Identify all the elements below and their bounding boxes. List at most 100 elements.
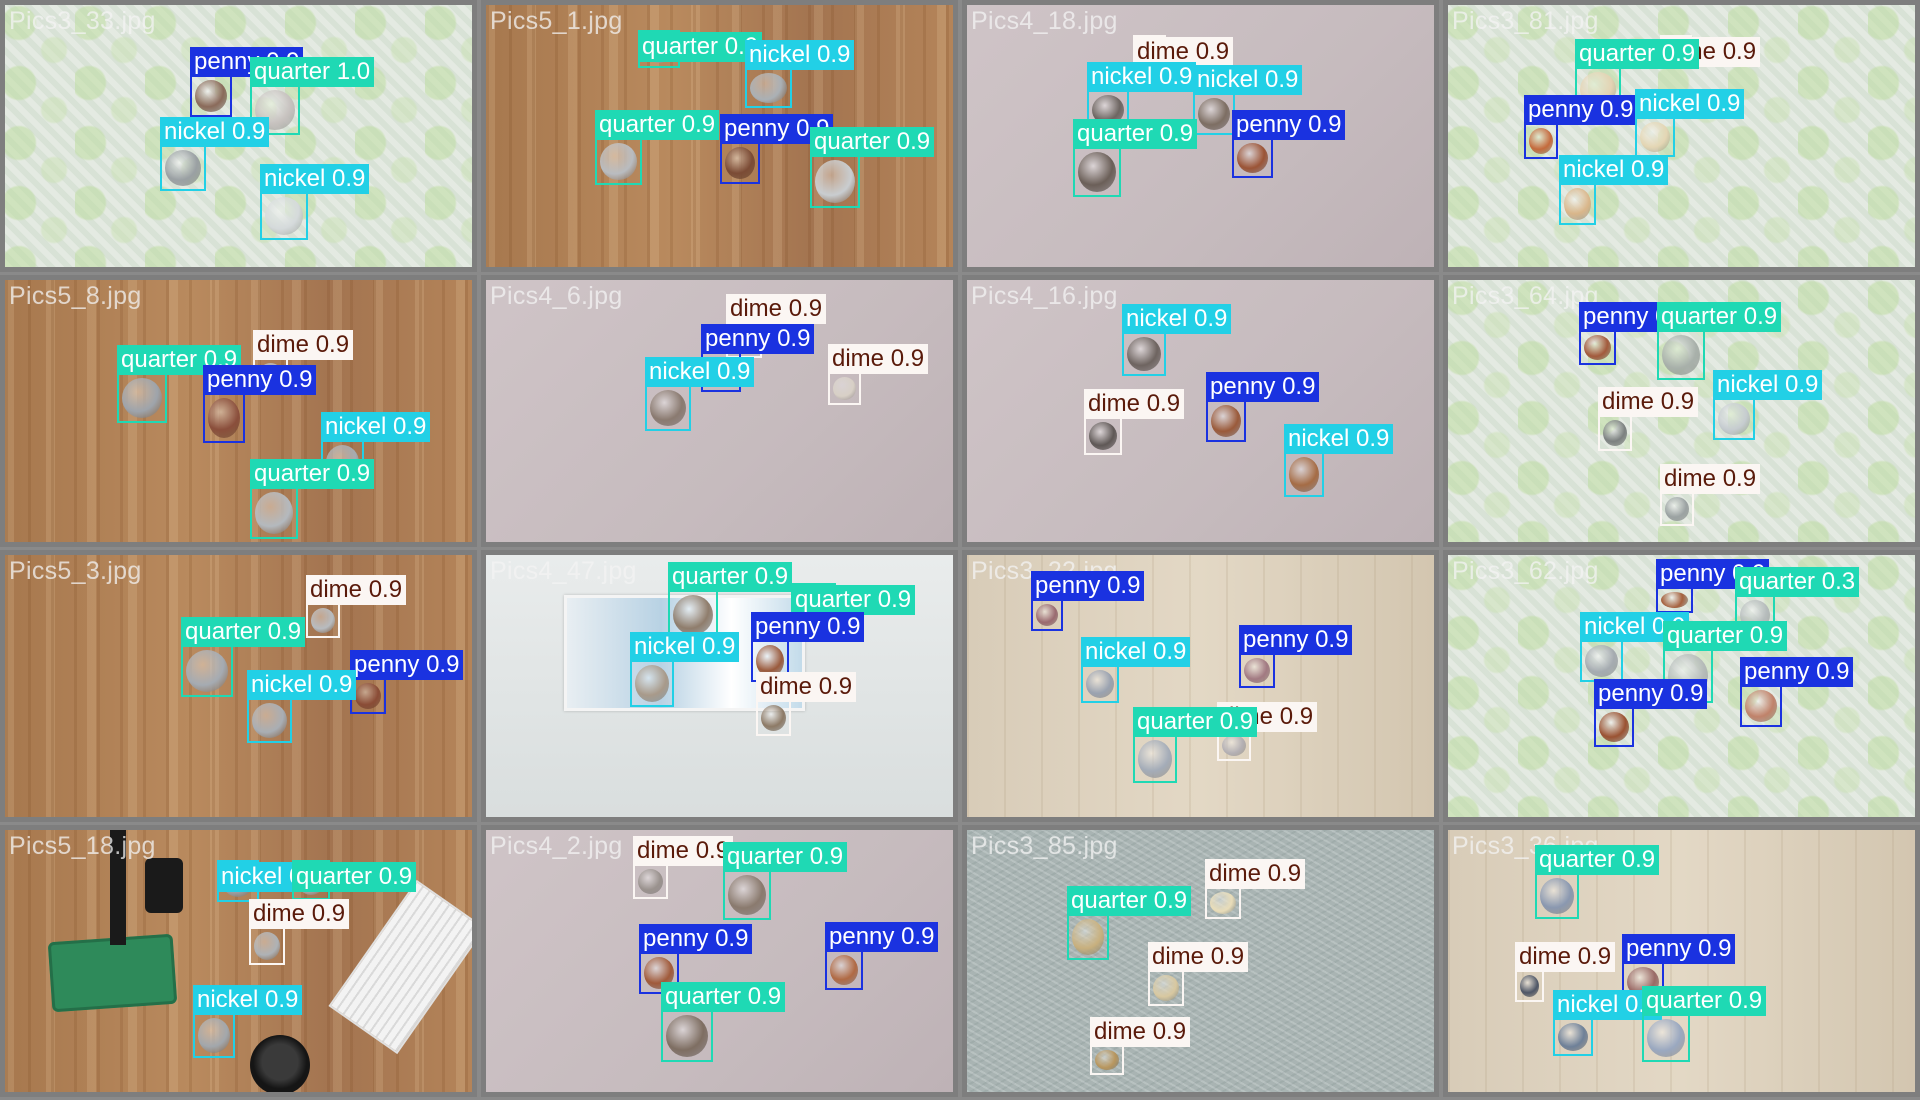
tile-filename: Pics3_85.jpg <box>971 832 1118 860</box>
detection-score: 0.9 <box>715 925 749 952</box>
tile-filename: Pics5_8.jpg <box>9 282 142 310</box>
detection-class: quarter <box>296 863 373 890</box>
detection-class: quarter <box>795 586 872 613</box>
detection-box-quarter: quarter 0.9 <box>810 127 935 208</box>
detection-label: quarter 0.9 <box>638 32 763 62</box>
detection-class: nickel <box>1563 156 1625 183</box>
coin-quarter <box>728 875 766 915</box>
detection-score: 0.9 <box>1279 703 1314 730</box>
detection-score: 0.9 <box>890 345 925 372</box>
detection-label: dime 0.9 <box>756 672 857 702</box>
detection-box-nickel: nickel 0.9 <box>1713 370 1823 440</box>
coin-quarter <box>1647 1019 1685 1057</box>
detection-class: nickel <box>634 633 696 660</box>
detection-class: nickel <box>325 413 387 440</box>
detection-class: dime <box>832 345 885 372</box>
coin-penny <box>208 398 240 438</box>
detection-label: nickel 0.9 <box>1559 155 1669 185</box>
detection-score: 0.9 <box>1722 465 1757 492</box>
image-tile: Pics4_47.jpg quarter 0.9 quarter 0.9 nickel… <box>481 550 958 822</box>
detection-class: nickel <box>197 986 259 1013</box>
coin-nickel <box>1564 188 1591 220</box>
detection-score: 0.9 <box>232 118 266 145</box>
detection-score: 0.9 <box>747 983 782 1010</box>
coin-nickel <box>265 197 303 235</box>
detection-box-nickel: nickel 0.9 <box>1559 155 1669 225</box>
detection-score: 0.9 <box>1577 943 1612 970</box>
detection-box-dime: dime 0.9 <box>633 836 734 899</box>
detection-score: 0.9 <box>901 923 935 950</box>
detection-class: nickel <box>221 863 283 890</box>
detection-label: nickel 0.9 <box>1193 65 1303 95</box>
detection-score: 0.9 <box>1670 680 1704 707</box>
detection-box-nickel: nickel 0.9 <box>247 670 357 743</box>
detection-score: 0.9 <box>1107 572 1141 599</box>
tile-filename: Pics4_47.jpg <box>490 557 637 585</box>
detection-box-nickel: nickel 0.9 <box>1553 990 1663 1056</box>
detection-class: penny <box>829 923 895 950</box>
detection-box-dime: dime 0.9 <box>828 344 929 405</box>
detection-box-quarter: quarter 0.9 <box>292 860 417 900</box>
detection-score: 0.9 <box>1210 943 1245 970</box>
coin-nickel <box>198 1018 230 1053</box>
tile-filename: Pics3_62.jpg <box>1452 557 1599 585</box>
coin-dime <box>1520 975 1539 997</box>
coin-dime <box>1603 420 1627 446</box>
detection-score: 0.9 <box>754 563 789 590</box>
detection-class: quarter <box>727 843 804 870</box>
detection-label: quarter 0.9 <box>810 127 935 157</box>
coin-nickel <box>1585 645 1618 677</box>
coin-quarter <box>1072 919 1104 955</box>
detection-score: 0.9 <box>1153 638 1187 665</box>
detection-class: dime <box>257 331 310 358</box>
detection-class: penny <box>1583 303 1649 330</box>
image-tile: Pics3_33.jpgpenny 0.9quarter 1.0 nickel 0… <box>0 0 477 272</box>
detection-class: nickel <box>1288 425 1350 452</box>
detection-label: quarter 0.9 <box>1657 302 1782 332</box>
detection-class: quarter <box>1667 622 1744 649</box>
detection-score: 0.9 <box>426 651 460 678</box>
detection-score: 0.9 <box>319 671 353 698</box>
detection-box-nickel: nickel 0.9 <box>193 985 303 1058</box>
image-tile: Pics5_18.jpgnickel 0.9quarter 0.9dime 0.… <box>0 825 477 1097</box>
coin-dime <box>638 869 663 894</box>
detection-box-penny: penny 0.9 <box>1740 657 1854 727</box>
coin-nickel <box>635 665 669 702</box>
detection-box-dime: dime 0.9 <box>306 575 407 638</box>
detection-label: dime 0.9 <box>1084 389 1185 419</box>
detection-class: dime <box>310 576 363 603</box>
detection-score: 0.3 <box>1821 568 1856 595</box>
coin-nickel <box>1289 457 1319 492</box>
image-tile: Pics4_6.jpg dime 0.9 penny 0.9 dime 0.9 nick… <box>481 275 958 547</box>
detection-class: nickel <box>1584 613 1646 640</box>
detection-box-quarter: quarter 0.9 <box>250 459 375 539</box>
coin-quarter <box>1138 740 1172 778</box>
coin-nickel <box>1127 337 1161 371</box>
detection-class: nickel <box>251 671 313 698</box>
detection-label: nickel 0.9 <box>160 117 270 147</box>
detection-label: dime 0.9 <box>1598 387 1699 417</box>
image-tile: Pics3_85.jpg dime 0.9 quarter 0.9 dime 0.9 d… <box>962 825 1439 1097</box>
detection-label: quarter 0.9 <box>1663 621 1788 651</box>
detection-label: quarter 0.3 <box>1735 567 1860 597</box>
coin-quarter <box>1540 878 1574 914</box>
detection-box-nickel: nickel 0.9 <box>160 117 270 191</box>
detection-box-quarter: quarter 0.9 <box>1657 302 1782 380</box>
detection-label: quarter 0.9 <box>292 862 417 892</box>
coin-penny <box>725 147 755 179</box>
detection-class: quarter <box>254 460 331 487</box>
detection-label: penny 0.9 <box>1232 110 1346 140</box>
detection-score: 0.9 <box>788 295 823 322</box>
detection-label: nickel 0.9 <box>630 632 740 662</box>
coin-quarter <box>815 160 855 203</box>
coin-dime <box>833 377 856 400</box>
detection-score: 0.9 <box>1195 38 1230 65</box>
detection-box-penny: penny 0.9 <box>1232 110 1346 178</box>
tile-filename: Pics3_33.jpg <box>9 7 156 35</box>
image-tile: Pics3_22.jpgpenny 0.9penny 0.9nickel 0.9… <box>962 550 1439 822</box>
detection-label: quarter 0.9 <box>1535 845 1660 875</box>
detection-score: 0.9 <box>1219 708 1254 735</box>
detection-class: dime <box>1094 1018 1147 1045</box>
detection-label: dime 0.9 <box>1515 942 1616 972</box>
detection-score: 0.9 <box>818 673 853 700</box>
